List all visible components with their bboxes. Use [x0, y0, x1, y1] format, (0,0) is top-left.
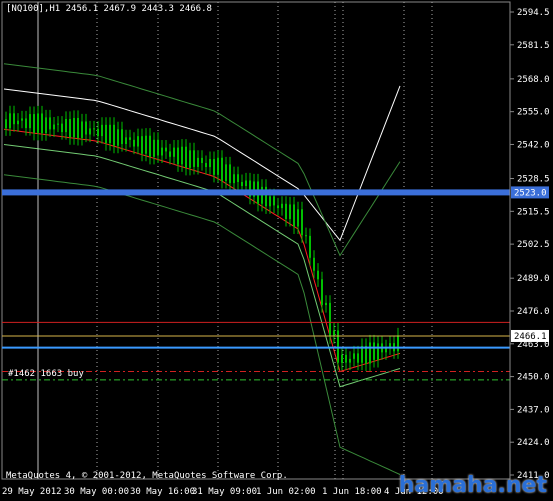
- price-tick-label: 2476.0: [517, 307, 550, 317]
- price-tick-label: 2528.5: [517, 175, 550, 185]
- price-tick-label: 2542.0: [517, 140, 550, 150]
- price-tick-label: 2450.0: [517, 373, 550, 383]
- time-tick-label: 1 Jun 02:00: [256, 487, 316, 497]
- time-axis: 29 May 2012 30 May 00:00 30 May 16:0031 Ma…: [2, 487, 444, 497]
- time-tick-label: 30 May 16:00: [130, 487, 195, 497]
- symbol-header: [NQ100],H1 2456.1 2467.9 2443.3 2466.8: [6, 4, 212, 14]
- ohlc-values: 2456.1 2467.9 2443.3 2466.8: [65, 4, 212, 14]
- price-tick-label: 2594.5: [517, 8, 550, 18]
- trade-order-label[interactable]: #1462 1663 buy: [8, 369, 84, 379]
- time-tick-label: 31 May 09:00: [192, 487, 257, 497]
- price-label: 2523.0: [514, 188, 547, 198]
- price-tick-label: 2568.0: [517, 75, 550, 85]
- price-level-line[interactable]: [2, 189, 510, 196]
- price-tick-label: 2502.5: [517, 240, 550, 250]
- watermark: hamaha.net: [398, 473, 547, 498]
- price-tick-label: 2437.0: [517, 405, 550, 415]
- price-tick-label: 2581.5: [517, 41, 550, 51]
- symbol-name: [NQ100],H1: [6, 4, 61, 14]
- time-tick-label: 30 May 00:00: [64, 487, 129, 497]
- time-tick-label: 1 Jun 18:00: [322, 487, 382, 497]
- price-tick-label: 2463.0: [517, 340, 550, 350]
- copyright-text: MetaQuotes 4, © 2001-2012, MetaQuotes So…: [6, 471, 288, 481]
- chart-frame[interactable]: 2523.02466.1 2594.52581.52568.02555.0254…: [0, 0, 553, 501]
- time-tick-label: 29 May 2012: [2, 487, 62, 497]
- price-tick-label: 2555.0: [517, 108, 550, 118]
- price-tick-label: 2424.0: [517, 438, 550, 448]
- price-tick-label: 2515.5: [517, 207, 550, 217]
- price-tick-label: 2489.0: [517, 274, 550, 284]
